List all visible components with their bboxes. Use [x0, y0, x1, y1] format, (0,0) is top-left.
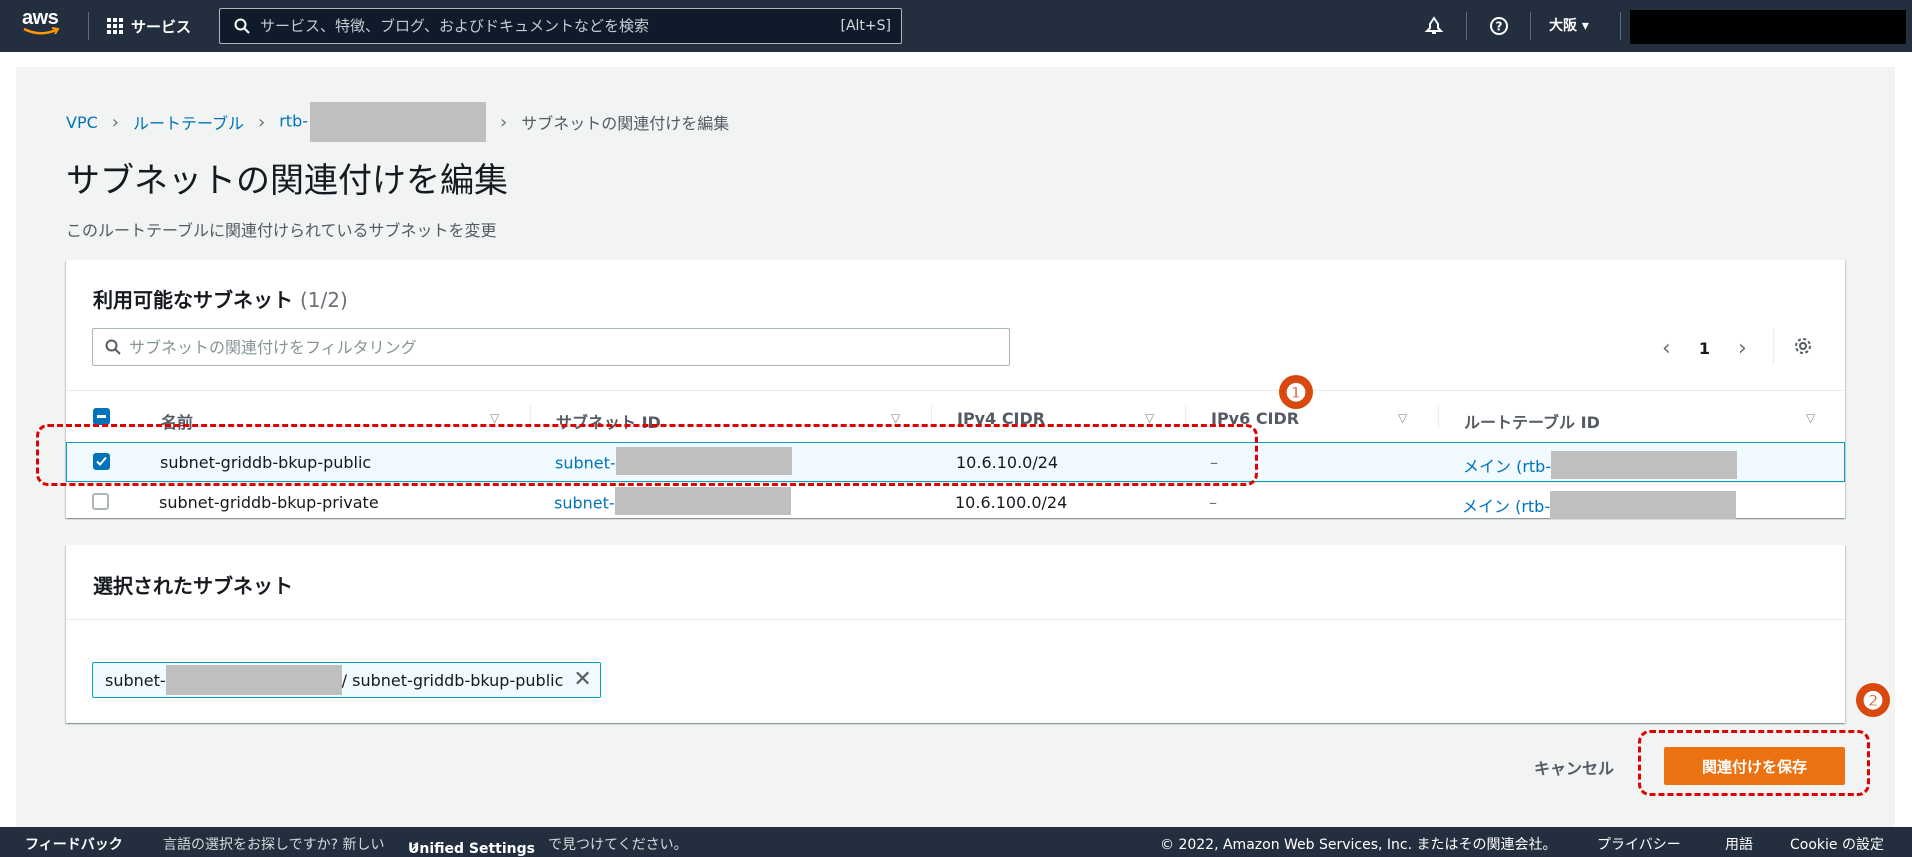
select-all-checkbox[interactable] [93, 408, 110, 425]
breadcrumb-route-tables-link[interactable]: ルートテーブル [133, 110, 244, 134]
global-search-input[interactable] [260, 17, 841, 35]
grid-menu-icon [107, 18, 123, 34]
region-selector[interactable]: 大阪 ▾ [1549, 15, 1589, 35]
annotation-highlight-save [1638, 730, 1870, 796]
top-navigation-bar: aws サービス [Alt+S] ? 大阪 ▾ [0, 0, 1912, 52]
annotation-badge-1: ❶ [1279, 375, 1313, 409]
selection-count: (1/2) [299, 288, 348, 312]
bell-icon[interactable] [1422, 14, 1446, 38]
row-checkbox[interactable] [92, 493, 109, 510]
breadcrumb-rtb-link[interactable]: rtb- [279, 102, 486, 142]
breadcrumb-current: サブネットの関連付けを編集 [521, 114, 730, 133]
copyright-text: © 2022, Amazon Web Services, Inc. またはその関… [1160, 837, 1557, 853]
services-menu-button[interactable]: サービス [107, 13, 191, 39]
chevron-right-icon: › [500, 111, 508, 133]
next-page-icon[interactable]: › [1738, 336, 1747, 361]
redacted-block [1551, 450, 1738, 479]
svg-text:?: ? [1496, 20, 1503, 34]
current-page-number[interactable]: 1 [1699, 339, 1710, 358]
sort-icon[interactable]: ▽ [1806, 411, 1815, 425]
language-hint-text: 言語の選択をお探しですか? 新しい [163, 837, 385, 853]
ipv4-cidr: 10.6.100.0/24 [955, 493, 1068, 512]
redacted-block [1550, 490, 1737, 519]
selected-subnets-panel: 選択されたサブネット subnet- / subnet-griddb-bkup-… [66, 545, 1845, 723]
subnet-filter-input[interactable] [129, 337, 1009, 357]
annotation-badge-2: ❷ [1856, 683, 1890, 717]
previous-page-icon[interactable]: ‹ [1662, 336, 1671, 361]
chevron-right-icon: › [111, 111, 119, 133]
selected-subnets-title: 選択されたサブネット [93, 574, 293, 598]
sort-icon[interactable]: ▽ [891, 411, 900, 425]
page-title: サブネットの関連付けを編集 [66, 161, 508, 201]
global-search-box[interactable]: [Alt+S] [219, 8, 902, 44]
divider [1773, 328, 1774, 364]
external-link-icon: ↗ [408, 841, 420, 857]
search-icon [105, 339, 121, 355]
account-menu-redacted[interactable] [1630, 10, 1906, 44]
services-label: サービス [131, 17, 192, 36]
cancel-button[interactable]: キャンセル [1534, 755, 1614, 779]
language-hint-suffix: で見つけてください。 [548, 837, 688, 853]
search-shortcut-hint: [Alt+S] [840, 18, 892, 34]
help-icon[interactable]: ? [1487, 14, 1511, 38]
token-subnet-name: / subnet-griddb-bkup-public [341, 670, 564, 690]
remove-token-icon[interactable]: ✕ [573, 669, 591, 691]
sort-icon[interactable]: ▽ [490, 411, 499, 425]
footer-bar: フィードバック 言語の選択をお探しですか? 新しい Unified Settin… [0, 827, 1912, 857]
ipv6-cidr: – [1209, 493, 1217, 512]
search-icon [234, 18, 250, 34]
available-subnets-title: 利用可能なサブネット (1/2) [93, 288, 348, 312]
column-divider [1438, 405, 1439, 429]
sort-icon[interactable]: ▽ [1145, 411, 1154, 425]
feedback-link[interactable]: フィードバック [25, 834, 123, 854]
table-row[interactable]: subnet-griddb-bkup-private subnet- 10.6.… [66, 482, 1845, 522]
subnet-name: subnet-griddb-bkup-private [159, 493, 379, 512]
sort-icon[interactable]: ▽ [1398, 411, 1407, 425]
page-description: このルートテーブルに関連付けられているサブネットを変更 [66, 221, 497, 240]
selected-subnet-token: subnet- / subnet-griddb-bkup-public ✕ [92, 662, 601, 698]
nav-divider [1620, 12, 1621, 40]
redacted-block [165, 665, 342, 695]
token-subnet-id: subnet- [105, 670, 166, 690]
subnet-id-link[interactable]: subnet- [554, 487, 791, 515]
redacted-block [614, 487, 791, 515]
annotation-highlight-row [36, 424, 1258, 486]
privacy-link[interactable]: プライバシー [1597, 834, 1681, 854]
nav-divider [1466, 12, 1467, 40]
cookie-settings-link[interactable]: Cookie の設定 [1790, 834, 1884, 854]
breadcrumb: VPC › ルートテーブル › rtb- › サブネットの関連付けを編集 [66, 102, 729, 142]
pagination: ‹ 1 › [1662, 336, 1747, 361]
route-table-link[interactable]: メイン (rtb- [1463, 450, 1738, 479]
route-table-link[interactable]: メイン (rtb- [1462, 490, 1737, 519]
aws-logo-text: aws [22, 7, 59, 29]
aws-logo[interactable]: aws [22, 8, 66, 42]
redacted-block [310, 102, 486, 142]
chevron-right-icon: › [258, 111, 266, 133]
subnet-filter-box[interactable] [92, 328, 1010, 366]
terms-link[interactable]: 用語 [1725, 834, 1753, 854]
divider [66, 619, 1845, 620]
column-header-route-table-id[interactable]: ルートテーブル ID [1464, 409, 1600, 433]
nav-divider [1530, 12, 1531, 40]
gear-icon[interactable] [1793, 336, 1813, 356]
breadcrumb-vpc-link[interactable]: VPC [66, 113, 98, 132]
nav-divider [88, 12, 89, 40]
